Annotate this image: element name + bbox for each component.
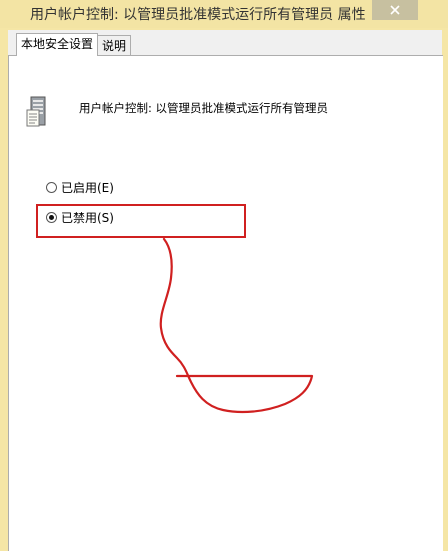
tab-panel: 用户帐户控制: 以管理员批准模式运行所有管理员 已启用(E) 已禁用(S) — [8, 55, 443, 551]
annotation-scribble — [159, 237, 314, 414]
dialog-client-area: 本地安全设置 说明 用户帐户控制: 以管理员批准模式运行所有管理员 已启用(E) — [8, 30, 443, 551]
close-button[interactable] — [372, 0, 418, 20]
properties-window: 用户帐户控制: 以管理员批准模式运行所有管理员 属性 本地安全设置 说明 用户帐… — [0, 0, 448, 551]
close-icon — [390, 5, 400, 15]
tab-local-security-setting[interactable]: 本地安全设置 — [16, 33, 99, 56]
title-bar[interactable]: 用户帐户控制: 以管理员批准模式运行所有管理员 属性 — [0, 0, 448, 28]
tab-explain[interactable]: 说明 — [97, 35, 132, 56]
window-title: 用户帐户控制: 以管理员批准模式运行所有管理员 属性 — [30, 7, 366, 23]
tab-strip: 本地安全设置 说明 — [16, 33, 132, 56]
